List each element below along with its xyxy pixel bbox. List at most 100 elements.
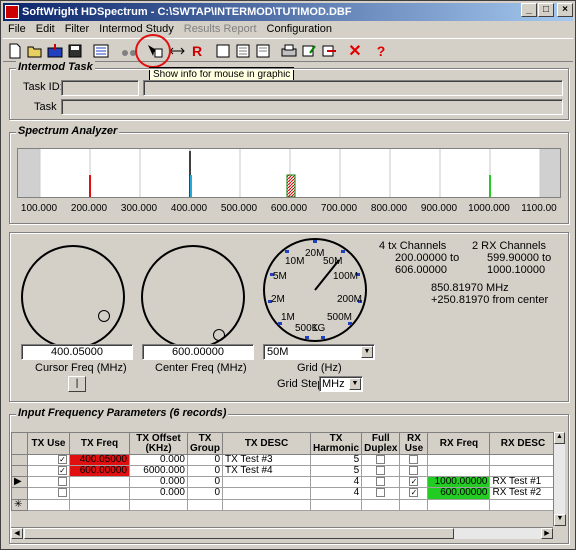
menu-file[interactable]: File (3, 22, 31, 38)
tx-use-cell[interactable] (27, 476, 70, 489)
tx-freq-cell[interactable]: 600.00000 (69, 465, 130, 478)
scroll-left-icon[interactable]: ◀ (11, 528, 23, 539)
open-folder-icon[interactable] (25, 41, 45, 60)
task-field[interactable] (61, 99, 563, 115)
print-preview-icon[interactable] (213, 41, 233, 60)
rx-freq-cell[interactable] (427, 465, 491, 478)
tx-offset-cell[interactable]: 0.000 (129, 476, 188, 489)
empty-cell[interactable] (361, 498, 401, 511)
page-icon[interactable] (233, 41, 253, 60)
tx-use-cell[interactable]: ✓ (27, 465, 70, 478)
empty-cell[interactable] (187, 498, 223, 511)
empty-cell[interactable] (427, 498, 491, 511)
small-button[interactable]: | (68, 376, 86, 392)
grid-select[interactable]: 50M ▼ (263, 344, 375, 360)
col-tx-offset[interactable]: TX Offset (KHz) (129, 432, 188, 455)
rx-use-cell[interactable]: ✓ (399, 487, 429, 500)
menu-filter[interactable]: Filter (60, 22, 94, 38)
table-row[interactable]: 0.000 0 4 ✓ 600.00000 RX Test #2 (11, 487, 557, 500)
empty-cell[interactable] (399, 498, 429, 511)
rx-desc-cell[interactable]: RX Test #2 (489, 487, 557, 500)
tx-use-checkbox[interactable]: ✓ (58, 455, 67, 464)
tx-desc-cell[interactable]: TX Test #4 (222, 465, 311, 478)
duplex-cell[interactable] (361, 465, 401, 478)
rx-use-cell[interactable] (399, 453, 429, 467)
duplex-checkbox[interactable] (376, 477, 386, 487)
col-rx-freq[interactable]: RX Freq (427, 432, 491, 455)
col-tx-group[interactable]: TX Group (187, 432, 223, 455)
rx-desc-cell[interactable]: RX Test #1 (489, 476, 557, 489)
list-icon[interactable] (91, 41, 111, 60)
tx-use-checkbox[interactable]: ✓ (58, 466, 67, 476)
duplex-checkbox[interactable] (376, 455, 386, 464)
tx-use-cell[interactable] (27, 487, 70, 500)
duplex-cell[interactable] (361, 453, 401, 467)
tx-offset-cell[interactable]: 6000.000 (129, 465, 188, 478)
empty-cell[interactable] (489, 498, 557, 511)
row-marker[interactable] (11, 453, 28, 467)
rx-use-checkbox[interactable]: ✓ (409, 477, 419, 487)
menu-intermod-study[interactable]: Intermod Study (94, 22, 179, 38)
tx-harmonic-cell[interactable]: 5 (309, 465, 363, 478)
empty-cell[interactable] (309, 498, 363, 511)
col-tx-harmonic[interactable]: TX Harmonic (309, 432, 363, 455)
tx-group-cell[interactable]: 0 (187, 465, 223, 478)
menu-results-report[interactable]: Results Report (179, 22, 262, 38)
chevron-down-icon[interactable]: ▼ (349, 378, 361, 390)
center-freq-field[interactable]: 600.00000 (142, 344, 254, 360)
tx-group-cell[interactable]: 0 (187, 476, 223, 489)
task-id-extra-field[interactable] (143, 80, 563, 96)
save-icon[interactable] (65, 41, 85, 60)
close-button[interactable]: × (557, 3, 573, 17)
empty-cell[interactable] (222, 498, 311, 511)
scroll-up-icon[interactable]: ▲ (554, 432, 565, 444)
new-file-icon[interactable] (5, 41, 25, 60)
tx-group-cell[interactable]: 0 (187, 453, 223, 467)
rx-freq-cell[interactable] (427, 453, 491, 467)
duplex-checkbox[interactable] (376, 466, 386, 476)
import-icon[interactable] (45, 41, 65, 60)
new-row-marker[interactable]: ✳ (11, 498, 28, 511)
task-id-field[interactable] (61, 80, 139, 96)
empty-cell[interactable] (69, 498, 130, 511)
duplex-cell[interactable] (361, 476, 401, 489)
rx-use-checkbox[interactable] (409, 466, 419, 476)
delete-x-icon[interactable]: ✕ (345, 41, 365, 60)
col-rx-desc[interactable]: RX DESC (489, 432, 557, 455)
title-bar[interactable]: SoftWright HDSpectrum - C:\SWTAP\INTERMO… (3, 3, 573, 21)
col-full-duplex[interactable]: Full Duplex (361, 432, 401, 455)
col-tx-use[interactable]: TX Use (27, 432, 70, 455)
minimize-button[interactable]: _ (521, 3, 537, 17)
rx-freq-cell[interactable]: 600.00000 (427, 487, 491, 500)
scroll-down-icon[interactable]: ▼ (554, 514, 566, 526)
tx-desc-cell[interactable] (222, 476, 311, 489)
maximize-button[interactable]: □ (538, 3, 554, 17)
spectrum-graphic[interactable] (17, 148, 561, 198)
printer-icon[interactable] (279, 41, 299, 60)
menu-edit[interactable]: Edit (31, 22, 60, 38)
edit-record-icon[interactable] (299, 41, 319, 60)
tx-freq-cell[interactable]: 400.05000 (69, 453, 130, 467)
col-tx-freq[interactable]: TX Freq (69, 432, 130, 455)
tx-desc-cell[interactable]: TX Test #3 (222, 453, 311, 467)
menu-configuration[interactable]: Configuration (262, 22, 337, 38)
row-marker[interactable] (11, 487, 28, 500)
tx-desc-cell[interactable] (222, 487, 311, 500)
rx-desc-cell[interactable] (489, 465, 557, 478)
table-row[interactable]: ▶ 0.000 0 4 ✓ 1000.00000 RX Test #1 (11, 476, 557, 489)
tx-harmonic-cell[interactable]: 4 (309, 487, 363, 500)
grid-step-select[interactable]: MHz ▼ (319, 376, 363, 392)
rx-use-cell[interactable]: ✓ (399, 476, 429, 489)
tx-harmonic-cell[interactable]: 4 (309, 476, 363, 489)
empty-cell[interactable] (27, 498, 70, 511)
col-rx-use[interactable]: RX Use (399, 432, 429, 455)
table-row[interactable]: ✓ 400.05000 0.000 0 TX Test #3 5 (11, 453, 557, 467)
rx-freq-cell[interactable]: 1000.00000 (427, 476, 491, 489)
rx-desc-cell[interactable] (489, 453, 557, 467)
duplex-cell[interactable] (361, 487, 401, 500)
vertical-scrollbar[interactable]: ▲ ▼ (553, 432, 566, 526)
horizontal-scrollbar[interactable]: ◀ ▶ (11, 527, 553, 539)
rx-use-cell[interactable] (399, 465, 429, 478)
cursor-freq-field[interactable]: 400.05000 (21, 344, 133, 360)
row-marker[interactable]: ▶ (11, 476, 28, 489)
